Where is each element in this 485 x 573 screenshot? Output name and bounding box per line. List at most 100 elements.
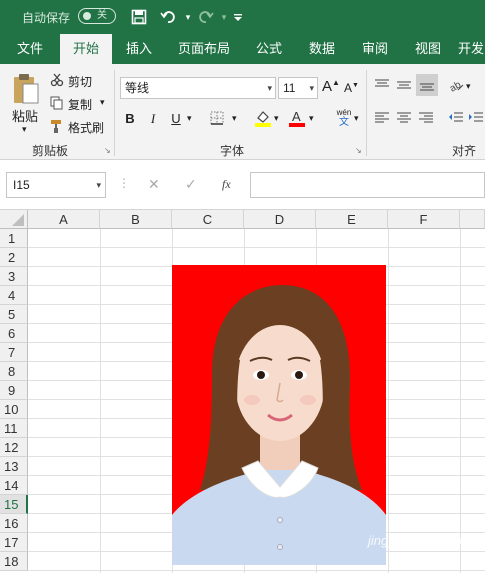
align-middle-icon[interactable] [396, 78, 412, 92]
decrease-indent-icon[interactable] [448, 111, 464, 125]
fill-color-icon[interactable] [254, 109, 272, 127]
row-header[interactable]: 14 [0, 476, 28, 495]
portrait-illustration [172, 265, 386, 565]
tab-developer[interactable]: 开发 [458, 34, 485, 64]
column-header-partial[interactable] [460, 210, 485, 229]
customize-quick-access-icon[interactable] [228, 7, 248, 27]
autosave-toggle[interactable]: 关 [78, 8, 116, 24]
tab-home[interactable]: 开始 [60, 34, 112, 64]
column-header-c[interactable]: C [172, 210, 244, 229]
tab-view[interactable]: 视图 [405, 34, 451, 64]
insert-function-button[interactable]: fx [222, 177, 231, 192]
orientation-dropdown-icon[interactable]: ▾ [466, 81, 471, 92]
id-photo[interactable] [172, 265, 386, 565]
undo-icon[interactable] [158, 7, 178, 27]
italic-button[interactable]: I [145, 111, 161, 127]
chevron-down-icon: ▾ [267, 83, 272, 93]
paste-icon[interactable] [12, 72, 40, 106]
column-header-f[interactable]: F [388, 210, 460, 229]
column-header-e[interactable]: E [316, 210, 388, 229]
align-left-icon[interactable] [374, 111, 390, 125]
align-right-icon[interactable] [418, 111, 434, 125]
row-header[interactable]: 10 [0, 400, 28, 419]
borders-dropdown-icon[interactable]: ▾ [232, 113, 237, 124]
ribbon-tabs: 文件 开始 插入 页面布局 公式 数据 审阅 视图 开发 [0, 34, 485, 64]
copy-button[interactable]: 复制 [68, 96, 92, 113]
tab-review[interactable]: 审阅 [352, 34, 398, 64]
font-name-select[interactable]: 等线 ▾ [120, 77, 276, 99]
svg-text:ab: ab [448, 79, 463, 93]
column-header-d[interactable]: D [244, 210, 316, 229]
font-launcher-icon[interactable]: ↘ [355, 146, 362, 155]
redo-icon[interactable] [196, 7, 216, 27]
cancel-icon[interactable]: ✕ [148, 176, 160, 193]
gridline [388, 229, 389, 573]
tab-insert[interactable]: 插入 [116, 34, 162, 64]
cell-reference: I15 [13, 178, 30, 192]
cut-button[interactable]: 剪切 [68, 73, 92, 90]
row-header[interactable]: 9 [0, 381, 28, 400]
tab-data[interactable]: 数据 [298, 34, 346, 64]
undo-dropdown-icon[interactable]: ▾ [178, 7, 198, 27]
font-color-icon[interactable]: A [288, 109, 306, 127]
formula-bar-grip-icon[interactable]: ⋮ [118, 176, 130, 190]
row-header[interactable]: 2 [0, 248, 28, 267]
fill-color-dropdown-icon[interactable]: ▾ [274, 113, 279, 124]
row-header[interactable]: 7 [0, 343, 28, 362]
underline-button[interactable]: U [168, 111, 184, 126]
format-painter-icon[interactable] [50, 119, 64, 133]
phonetic-dropdown-icon[interactable]: ▾ [354, 113, 359, 124]
grow-font-icon: A [322, 78, 333, 95]
divider [366, 70, 367, 156]
copy-dropdown-icon[interactable]: ▾ [100, 97, 105, 108]
tab-page-layout[interactable]: 页面布局 [172, 34, 236, 64]
clipboard-group-label: 剪贴板 [32, 144, 69, 158]
column-header-a[interactable]: A [28, 210, 100, 229]
row-header[interactable]: 5 [0, 305, 28, 324]
row-header[interactable]: 11 [0, 419, 28, 438]
paste-button[interactable]: 粘贴 [12, 106, 38, 125]
shrink-font-button[interactable]: A▼ [344, 81, 359, 95]
row-header[interactable]: 17 [0, 533, 28, 552]
row-header[interactable]: 18 [0, 552, 28, 571]
cut-icon[interactable] [50, 73, 64, 87]
row-header[interactable]: 16 [0, 514, 28, 533]
save-icon[interactable] [129, 7, 149, 27]
title-bar: 自动保存 关 ▾ ▾ [0, 0, 485, 34]
toggle-dot [83, 12, 91, 20]
tab-file[interactable]: 文件 [6, 34, 54, 64]
select-all-corner[interactable] [0, 210, 28, 229]
font-size-select[interactable]: 11 ▾ [278, 77, 318, 99]
grow-font-button[interactable]: A▲ [322, 78, 340, 95]
paste-dropdown-icon[interactable]: ▾ [22, 124, 27, 135]
row-header[interactable]: 12 [0, 438, 28, 457]
row-header[interactable]: 8 [0, 362, 28, 381]
align-bottom-icon[interactable] [416, 74, 438, 96]
svg-text:A: A [292, 109, 301, 124]
row-header-active[interactable]: 15 [0, 495, 28, 514]
increase-indent-icon[interactable] [468, 111, 484, 125]
copy-icon[interactable] [50, 96, 64, 110]
row-header[interactable]: 6 [0, 324, 28, 343]
underline-dropdown-icon[interactable]: ▾ [187, 113, 192, 124]
enter-icon[interactable]: ✓ [185, 176, 197, 193]
clipboard-launcher-icon[interactable]: ↘ [104, 146, 111, 155]
row-header[interactable]: 4 [0, 286, 28, 305]
borders-icon[interactable] [210, 111, 224, 125]
row-header[interactable]: 13 [0, 457, 28, 476]
bold-button[interactable]: B [122, 111, 138, 126]
row-header[interactable]: 3 [0, 267, 28, 286]
tab-formulas[interactable]: 公式 [246, 34, 292, 64]
name-box[interactable]: I15 ▾ [6, 172, 106, 198]
orientation-icon[interactable]: ab [448, 77, 464, 94]
row-header[interactable]: 1 [0, 229, 28, 248]
column-header-b[interactable]: B [100, 210, 172, 229]
phonetic-char: 文 [339, 117, 349, 128]
font-color-dropdown-icon[interactable]: ▾ [309, 113, 314, 124]
align-center-icon[interactable] [396, 111, 412, 125]
phonetic-guide-button[interactable]: wén 文 [332, 108, 356, 128]
align-top-icon[interactable] [374, 78, 390, 92]
format-painter-button[interactable]: 格式刷 [68, 119, 104, 136]
formula-input[interactable] [250, 172, 485, 198]
shrink-font-icon: A [344, 81, 353, 95]
